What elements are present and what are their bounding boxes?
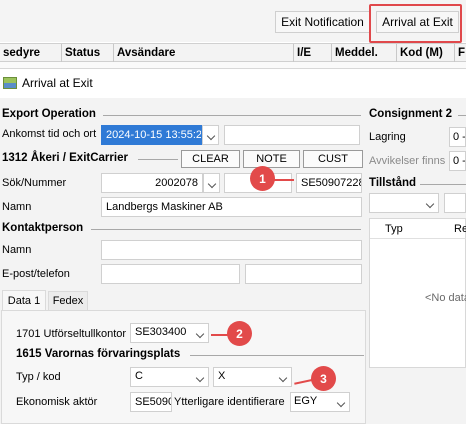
tillstand-filter-dropdown[interactable] bbox=[369, 193, 439, 213]
section-divider bbox=[420, 184, 466, 185]
type-value: C bbox=[135, 370, 143, 382]
column-header[interactable]: Meddel. bbox=[332, 44, 397, 62]
exit-office-label: 1701 Utförseltullkontor bbox=[16, 328, 127, 340]
exit-notification-button[interactable]: Exit Notification bbox=[275, 11, 370, 33]
clear-button[interactable]: CLEAR bbox=[181, 150, 240, 168]
arrival-place-input[interactable] bbox=[224, 125, 360, 145]
additional-identifier-value: EGY bbox=[294, 395, 318, 407]
section-divider bbox=[190, 355, 364, 356]
chevron-down-icon bbox=[425, 199, 435, 209]
arrival-time-label: Ankomst tid och ort bbox=[2, 128, 97, 140]
type-code-label: Typ / kod bbox=[16, 371, 61, 383]
code-value: X bbox=[218, 370, 226, 382]
empty-table-message: <No data bbox=[425, 292, 466, 304]
section-divider bbox=[103, 115, 361, 116]
column-header[interactable]: Kod (M) bbox=[397, 44, 455, 62]
column-header[interactable]: Status bbox=[62, 44, 114, 62]
contact-name-input[interactable] bbox=[101, 240, 362, 260]
storage-label: Lagring bbox=[369, 131, 406, 143]
economic-operator-input[interactable]: SE5090 bbox=[130, 392, 172, 412]
section-divider bbox=[138, 159, 178, 160]
additional-identifier-dropdown[interactable]: EGY bbox=[290, 392, 350, 412]
exit-office-dropdown[interactable]: SE303400 bbox=[130, 323, 209, 343]
dialog-title: Arrival at Exit bbox=[22, 76, 93, 90]
chevron-down-icon bbox=[278, 373, 288, 383]
callout-badge-2: 2 bbox=[227, 321, 252, 346]
tillstand-filter-input[interactable] bbox=[444, 193, 466, 213]
consignment-heading: Consignment 2 bbox=[369, 108, 453, 120]
app-window-icon bbox=[3, 77, 17, 89]
search-number-dropdown[interactable] bbox=[203, 173, 220, 193]
carrier-eori-input[interactable]: SE509072284 bbox=[296, 173, 362, 193]
column-header[interactable]: F bbox=[455, 44, 466, 62]
callout-arrow bbox=[272, 179, 294, 181]
column-header[interactable]: I/E bbox=[294, 44, 332, 62]
section-divider bbox=[91, 229, 361, 230]
callout-badge-3: 3 bbox=[311, 366, 336, 391]
table-header: sedyre Status Avsändare I/E Meddel. Kod … bbox=[0, 43, 466, 62]
storage-place-heading: 1615 Varornas förvaringsplats bbox=[16, 348, 181, 360]
exit-office-value: SE303400 bbox=[135, 326, 187, 338]
note-button[interactable]: NOTE bbox=[243, 150, 300, 168]
contact-heading: Kontaktperson bbox=[2, 222, 84, 234]
economic-operator-label: Ekonomisk aktör bbox=[16, 396, 98, 408]
callout-badge-1: 1 bbox=[250, 166, 275, 191]
column-header-re[interactable]: Re bbox=[454, 223, 466, 235]
deviation-dropdown[interactable]: 0 - bbox=[449, 151, 466, 171]
chevron-down-icon bbox=[206, 131, 216, 141]
code-dropdown[interactable]: X bbox=[213, 367, 292, 387]
highlight-frame bbox=[369, 4, 462, 43]
contact-email-label: E-post/telefon bbox=[2, 268, 70, 280]
contact-phone-input[interactable] bbox=[245, 264, 362, 284]
tillstand-heading: Tillstånd bbox=[369, 177, 417, 189]
section-divider bbox=[458, 115, 466, 116]
contact-email-input[interactable] bbox=[101, 264, 240, 284]
arrival-time-input[interactable]: 2024-10-15 13:55:22 bbox=[101, 125, 202, 145]
column-header[interactable]: sedyre bbox=[0, 44, 62, 62]
dialog-titlebar: Arrival at Exit bbox=[0, 68, 466, 98]
chevron-down-icon bbox=[336, 398, 346, 408]
column-header-typ[interactable]: Typ bbox=[385, 223, 403, 235]
tab-data-1[interactable]: Data 1 bbox=[2, 290, 46, 311]
tillstand-table: Typ Re <No data bbox=[369, 218, 466, 368]
cust-button[interactable]: CUST bbox=[303, 150, 363, 168]
carrier-name-label: Namn bbox=[2, 201, 32, 213]
search-number-input[interactable]: 2002078 bbox=[101, 173, 203, 193]
carrier-heading: 1312 Åkeri / ExitCarrier bbox=[2, 152, 128, 164]
column-header[interactable]: Avsändare bbox=[114, 44, 294, 62]
deviation-label: Avvikelser finns bbox=[369, 155, 446, 167]
chevron-down-icon bbox=[195, 329, 205, 339]
arrival-time-dropdown[interactable] bbox=[202, 125, 219, 145]
search-number-label: Sök/Nummer bbox=[2, 177, 67, 189]
contact-name-label: Namn bbox=[2, 244, 32, 256]
carrier-name-input[interactable]: Landbergs Maskiner AB bbox=[101, 197, 362, 217]
type-dropdown[interactable]: C bbox=[130, 367, 209, 387]
tab-fedex[interactable]: Fedex bbox=[48, 291, 88, 310]
chevron-down-icon bbox=[195, 373, 205, 383]
chevron-down-icon bbox=[207, 179, 217, 189]
export-operation-heading: Export Operation bbox=[2, 108, 96, 120]
storage-dropdown[interactable]: 0 - bbox=[449, 127, 466, 147]
additional-identifier-label: Ytterligare identifierare bbox=[174, 396, 285, 408]
